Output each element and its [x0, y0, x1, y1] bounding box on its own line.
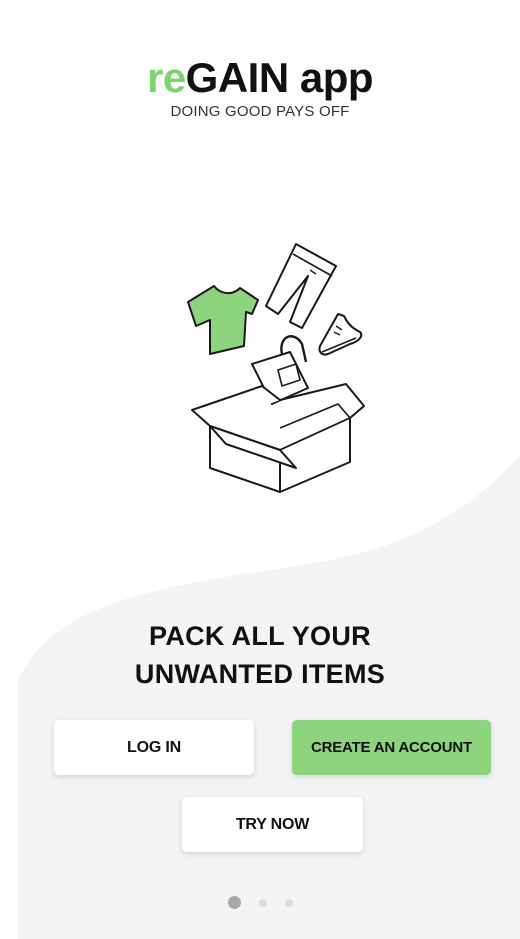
app-header: reGAIN app DOING GOOD PAYS OFF [0, 54, 520, 122]
onboarding-screen: reGAIN app DOING GOOD PAYS OFF PACK ALL … [0, 0, 520, 939]
create-account-button[interactable]: CREATE AN ACCOUNT [292, 720, 491, 775]
headline-line-2: UNWANTED ITEMS [134, 659, 386, 689]
page-dot-1[interactable] [227, 896, 241, 909]
pants-icon [265, 243, 337, 329]
onboarding-headline: PACK ALL YOUR UNWANTED ITEMS [0, 617, 520, 693]
try-now-button[interactable]: TRY NOW [182, 797, 363, 852]
page-dot-2[interactable] [258, 898, 267, 907]
logo-prefix: re [146, 54, 186, 101]
logo-main: GAIN app [185, 54, 374, 101]
page-dot-3[interactable] [284, 898, 293, 907]
open-box-icon [191, 383, 365, 493]
page-indicator [0, 896, 520, 909]
tshirt-icon [187, 285, 259, 355]
login-button[interactable]: LOG IN [54, 720, 254, 775]
app-tagline: DOING GOOD PAYS OFF [170, 103, 350, 120]
headline-line-1: PACK ALL YOUR [149, 621, 371, 651]
onboarding-illustration [187, 243, 365, 493]
app-logo: reGAIN app [0, 54, 520, 102]
sneaker-icon [318, 313, 363, 356]
